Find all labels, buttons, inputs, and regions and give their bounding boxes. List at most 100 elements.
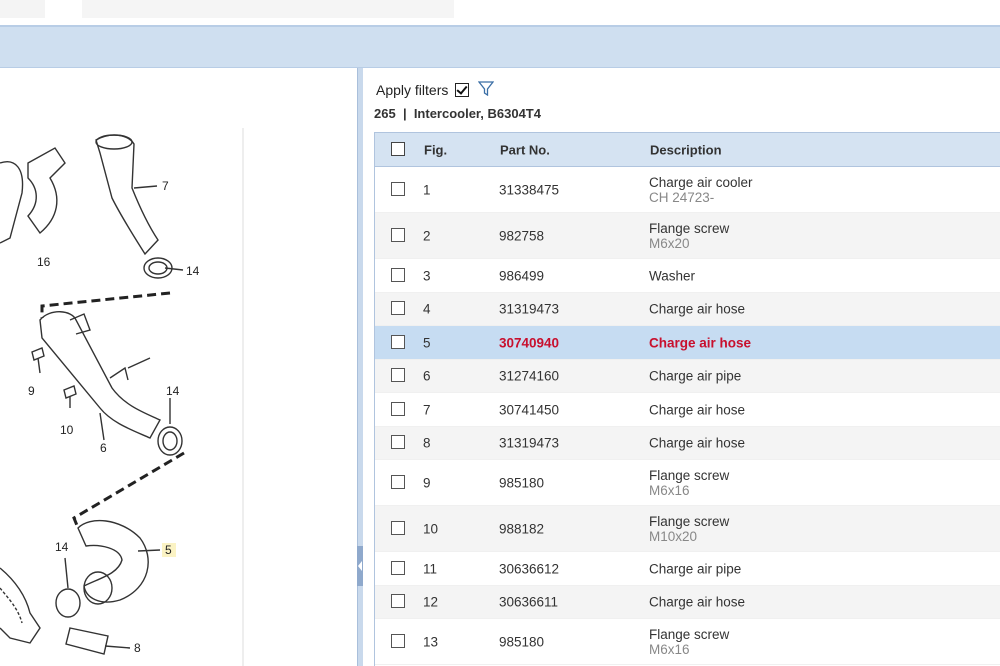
row-part-number[interactable]: 31274160 xyxy=(499,369,559,384)
group-number: 265 xyxy=(374,106,396,121)
part-5-hose xyxy=(77,519,149,603)
row-description-main: Charge air hose xyxy=(649,435,746,451)
row-part-number[interactable]: 30741450 xyxy=(499,402,559,417)
row-description-main: Charge air pipe xyxy=(649,368,742,384)
filter-icon[interactable] xyxy=(478,81,495,99)
table-row[interactable]: 10 988182 Flange screw M10x20 xyxy=(375,506,1000,552)
row-part-number[interactable]: 985180 xyxy=(499,634,544,649)
row-checkbox[interactable] xyxy=(391,401,405,416)
part-16-outline xyxy=(0,161,24,244)
parts-diagram[interactable]: 16 7 14 9 10 6 14 14 5 8 xyxy=(0,68,357,666)
row-description-main: Charge air hose xyxy=(649,402,746,417)
top-placeholder-search xyxy=(82,0,454,18)
row-part-number[interactable]: 30740940 xyxy=(499,335,559,350)
callout-9[interactable]: 9 xyxy=(28,384,35,398)
row-part-number[interactable]: 30636612 xyxy=(499,561,559,576)
apply-filters-label: Apply filters xyxy=(376,82,449,98)
row-description: Flange screw M10x20 xyxy=(649,514,729,544)
table-row[interactable]: 2 982758 Flange screw M6x20 xyxy=(375,213,1000,259)
table-row[interactable]: 6 31274160 Charge air pipe xyxy=(375,360,1000,393)
parts-list-pane: Apply filters 265 | Intercooler, B6304T4… xyxy=(363,68,1000,666)
callout-8[interactable]: 8 xyxy=(134,641,141,655)
row-description-main: Charge air hose xyxy=(649,335,752,350)
row-part-number[interactable]: 31319473 xyxy=(499,436,559,451)
part-16-elbow xyxy=(27,147,66,235)
table-row[interactable]: 9 985180 Flange screw M6x16 xyxy=(375,460,1000,506)
row-description-main: Charge air hose xyxy=(649,301,746,317)
table-row[interactable]: 12 30636611 Charge air hose xyxy=(375,586,1000,619)
row-description: Charge air pipe xyxy=(649,561,741,576)
row-description: Charge air cooler CH 24723- xyxy=(649,175,753,205)
row-part-number[interactable]: 31338475 xyxy=(499,182,559,197)
col-description-header[interactable]: Description xyxy=(650,142,722,157)
row-checkbox[interactable] xyxy=(391,435,405,449)
row-checkbox[interactable] xyxy=(391,227,405,242)
row-checkbox[interactable] xyxy=(391,301,405,315)
row-description: Charge air hose xyxy=(649,436,745,451)
callout-5[interactable]: 5 xyxy=(165,543,172,557)
row-fig: 1 xyxy=(423,182,431,197)
row-description: Charge air hose xyxy=(649,335,751,350)
row-checkbox[interactable] xyxy=(391,560,405,575)
row-description: Flange screw M6x16 xyxy=(649,468,729,498)
callout-14-a[interactable]: 14 xyxy=(186,264,200,278)
part-12-pipe xyxy=(0,567,41,644)
row-description-note: CH 24723- xyxy=(649,189,715,205)
callout-6[interactable]: 6 xyxy=(100,441,107,455)
row-part-number[interactable]: 30636611 xyxy=(499,595,558,610)
row-checkbox[interactable] xyxy=(391,267,405,282)
parts-table: Fig. Part No. Description 1 31338475 Charg… xyxy=(374,132,1000,666)
part-7-hose xyxy=(95,134,159,256)
row-checkbox[interactable] xyxy=(391,594,405,608)
row-fig: 8 xyxy=(423,435,431,451)
table-row[interactable]: 3 986499 Washer xyxy=(375,259,1000,293)
table-row[interactable]: 7 30741450 Charge air hose xyxy=(375,393,1000,427)
callout-7[interactable]: 7 xyxy=(162,179,169,193)
row-part-number[interactable]: 986499 xyxy=(499,268,544,283)
row-fig: 5 xyxy=(423,335,431,350)
row-description-note: M6x16 xyxy=(649,641,690,657)
row-checkbox[interactable] xyxy=(391,334,405,349)
row-fig: 9 xyxy=(423,475,431,490)
callout-14-c[interactable]: 14 xyxy=(55,540,69,554)
row-description-note: M6x16 xyxy=(649,482,690,498)
row-fig: 2 xyxy=(423,228,431,243)
callout-16[interactable]: 16 xyxy=(37,255,51,269)
table-row[interactable]: 4 31319473 Charge air hose xyxy=(375,293,1000,326)
group-name: Intercooler, B6304T4 xyxy=(413,106,541,121)
row-description-main: Washer xyxy=(649,268,696,283)
row-part-number[interactable]: 985180 xyxy=(499,475,544,490)
col-partno-header[interactable]: Part No. xyxy=(500,142,550,157)
row-description-note: M10x20 xyxy=(649,528,698,544)
table-row[interactable]: 5 30740940 Charge air hose xyxy=(375,326,1000,360)
table-body: 1 31338475 Charge air cooler CH 24723- 2 9827… xyxy=(375,167,1000,665)
row-checkbox[interactable] xyxy=(391,368,405,382)
row-description-main: Charge air hose xyxy=(649,594,746,610)
table-row[interactable]: 13 985180 Flange screw M6x16 xyxy=(375,619,1000,665)
part-8-shield xyxy=(65,627,109,655)
row-fig: 4 xyxy=(423,301,431,317)
col-fig-header[interactable]: Fig. xyxy=(424,142,447,157)
row-description: Flange screw M6x16 xyxy=(649,627,729,657)
row-checkbox[interactable] xyxy=(391,181,405,196)
row-checkbox[interactable] xyxy=(391,520,405,535)
row-part-number[interactable]: 982758 xyxy=(499,228,544,243)
table-row[interactable]: 1 31338475 Charge air cooler CH 24723- xyxy=(375,167,1000,213)
row-description-main: Flange screw xyxy=(649,626,730,642)
row-checkbox[interactable] xyxy=(391,633,405,648)
row-checkbox[interactable] xyxy=(391,474,405,489)
table-row[interactable]: 8 31319473 Charge air hose xyxy=(375,427,1000,460)
top-placeholder-left xyxy=(0,0,45,18)
callout-10[interactable]: 10 xyxy=(60,423,74,437)
table-row[interactable]: 11 30636612 Charge air pipe xyxy=(375,552,1000,586)
callout-14-b[interactable]: 14 xyxy=(166,384,180,398)
select-all-checkbox[interactable] xyxy=(391,141,405,156)
row-description-main: Charge air pipe xyxy=(649,561,742,576)
apply-filters-checkbox[interactable] xyxy=(455,83,470,97)
row-part-number[interactable]: 31319473 xyxy=(499,302,559,317)
parts-diagram-pane[interactable]: 16 7 14 9 10 6 14 14 5 8 xyxy=(0,68,357,666)
row-description: Washer xyxy=(649,268,695,283)
row-description: Charge air hose xyxy=(649,402,745,417)
row-description: Charge air hose xyxy=(649,595,745,610)
row-part-number[interactable]: 988182 xyxy=(499,521,544,536)
